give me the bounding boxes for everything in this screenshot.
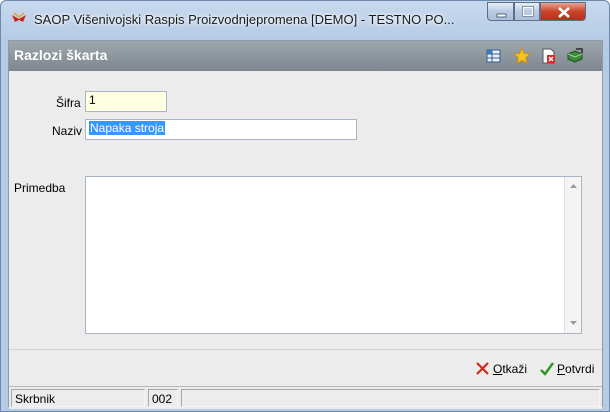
confirm-button[interactable]: Potvrdi (539, 361, 594, 377)
cancel-button[interactable]: Otkaži (475, 361, 527, 377)
scroll-arrows (570, 184, 577, 325)
form-header: Razlozi škarta (9, 41, 602, 71)
scroll-down-icon (570, 321, 577, 325)
scroll-up-icon (570, 184, 577, 188)
title-bar[interactable]: SAOP Višenivojski Raspis Proizvodnjeprom… (1, 1, 609, 39)
form-title: Razlozi škarta (14, 47, 108, 63)
status-code: 002 (148, 389, 178, 407)
confirm-label: Potvrdi (557, 362, 595, 376)
checkmark-icon (540, 362, 554, 376)
star-icon[interactable] (513, 46, 531, 65)
close-button[interactable] (540, 2, 586, 21)
primedba-label: Primedba (14, 181, 66, 195)
status-user: Skrbnik (11, 389, 145, 407)
application-window: SAOP Višenivojski Raspis Proizvodnjeprom… (0, 0, 610, 412)
sifra-label: Šifra (56, 96, 81, 110)
close-icon (558, 7, 570, 18)
naziv-field[interactable]: Napaka stroja (85, 119, 357, 140)
naziv-value: Napaka stroja (89, 121, 166, 135)
saop-logo-icon[interactable] (11, 12, 27, 26)
cancel-label: Otkaži (493, 362, 528, 376)
document-delete-icon[interactable] (540, 47, 558, 65)
cancel-x-icon (476, 362, 489, 375)
exit-icon[interactable] (566, 47, 584, 65)
footer-separator (9, 349, 602, 350)
status-message (181, 389, 600, 407)
sifra-field[interactable]: 1 (85, 91, 167, 112)
minimize-icon (496, 13, 507, 18)
status-bar: Skrbnik 002 (9, 386, 602, 409)
grid-settings-icon[interactable] (485, 47, 503, 65)
form-panel: Razlozi škarta Šifra 1 Naziv Napaka stro… (8, 40, 603, 409)
naziv-label: Naziv (52, 124, 83, 138)
scrollbar[interactable] (564, 177, 581, 333)
window-title: SAOP Višenivojski Raspis Proizvodnjeprom… (34, 12, 455, 27)
maximize-button[interactable] (514, 2, 540, 21)
primedba-textarea[interactable] (85, 176, 582, 334)
minimize-button[interactable] (487, 2, 514, 21)
maximize-icon (522, 6, 534, 17)
